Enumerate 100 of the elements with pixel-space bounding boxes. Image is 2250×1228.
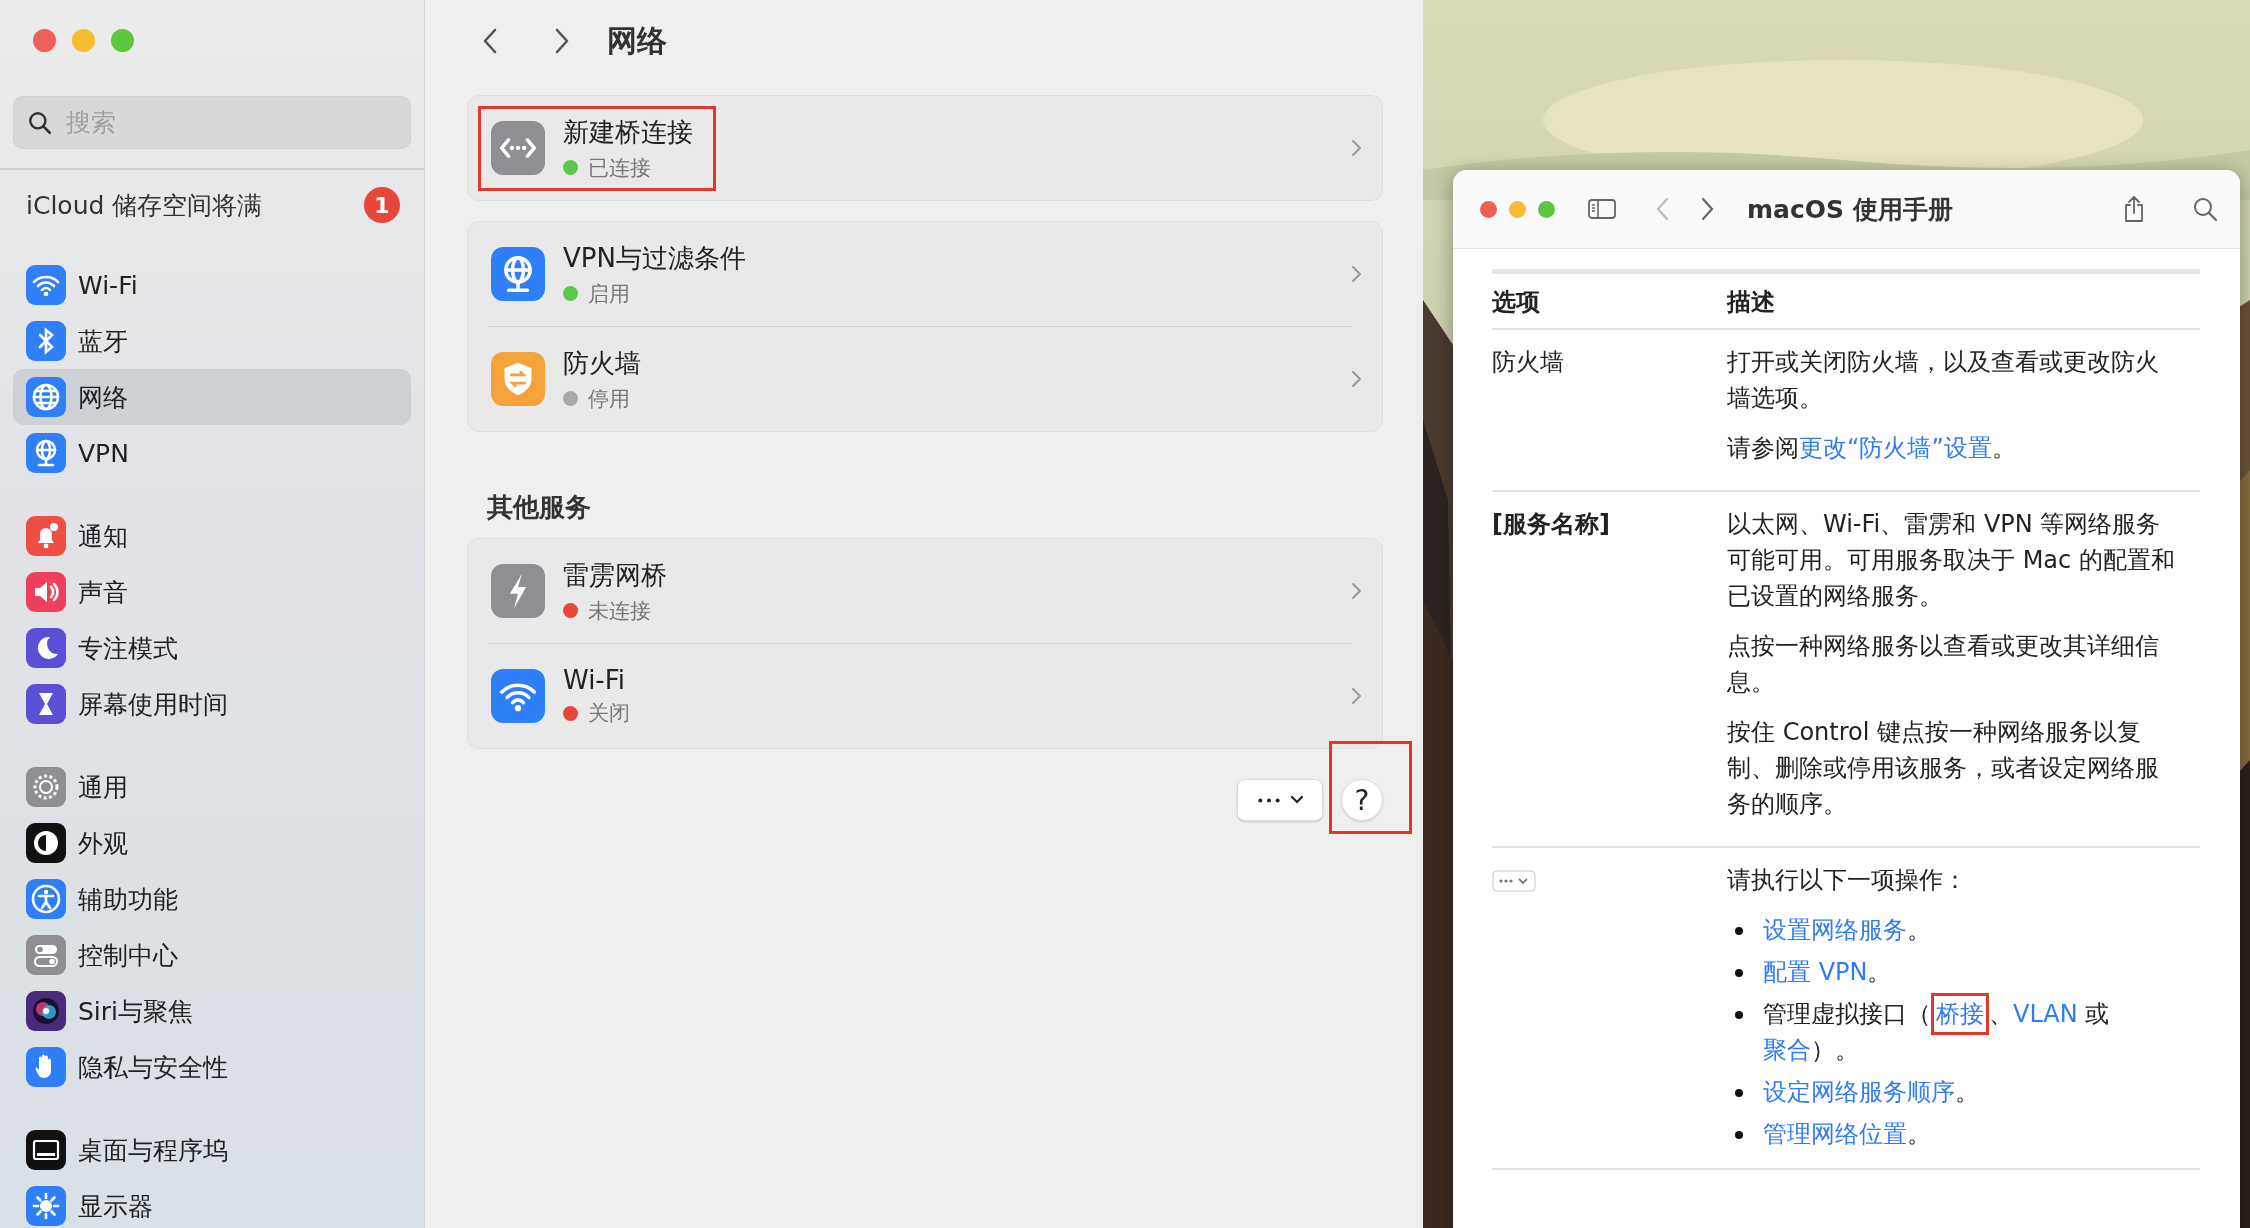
sidebar-icon[interactable]	[1587, 197, 1617, 221]
status-label: 停用	[588, 385, 630, 413]
chevron-right-icon[interactable]	[1350, 138, 1362, 158]
service-name[interactable]: 防火墙	[563, 345, 641, 381]
sidebar-item[interactable]: 通用	[13, 759, 411, 815]
list-item-text: 管理虚拟接口（ 桥接 、VLAN 或 聚合）。	[1763, 996, 2180, 1068]
list-item-text: 配置 VPN。	[1763, 957, 1892, 988]
orb-icon	[26, 991, 66, 1031]
share-icon[interactable]	[2122, 194, 2146, 224]
option-name: [服务名称]	[1492, 510, 1610, 538]
notice-label[interactable]: iCloud 储存空间将满	[26, 188, 263, 222]
sun-icon	[26, 1186, 66, 1226]
status-label: 关闭	[588, 700, 630, 727]
service-name[interactable]: 雷雳网桥	[563, 557, 667, 593]
bell-icon	[26, 516, 66, 556]
service-name[interactable]: 新建桥连接	[563, 114, 693, 150]
notification-badge: 1	[364, 187, 400, 223]
sidebar-item[interactable]: 控制中心	[13, 927, 411, 983]
sidebar-item[interactable]: 专注模式	[13, 620, 411, 676]
list-item-text: 设置网络服务。	[1763, 915, 1931, 946]
globe-stand-icon	[26, 433, 66, 473]
moon-icon	[26, 628, 66, 668]
window-title: macOS 使用手册	[1747, 193, 1953, 226]
option-name: 防火墙	[1492, 348, 1564, 376]
chevron-down-icon	[1290, 795, 1304, 805]
more-button[interactable]	[1237, 779, 1323, 821]
search-icon[interactable]	[2192, 196, 2218, 222]
section-heading: 其他服务	[487, 491, 592, 524]
help-button[interactable]: ?	[1341, 779, 1383, 821]
bullet-icon	[1735, 927, 1743, 935]
hand-icon	[26, 1047, 66, 1087]
description-text: 以太网、Wi-Fi、雷雳和 VPN 等网络服务可能可用。可用服务取决于 Mac 的配置和已设置的网络服务。	[1727, 509, 2176, 612]
search-field[interactable]: 搜索	[13, 96, 411, 149]
status-label: 已连接	[588, 154, 651, 182]
bullet-icon	[1735, 1089, 1743, 1097]
sidebar-item[interactable]: VPN	[13, 425, 411, 481]
description-text: 请执行以下一项操作：	[1727, 865, 1968, 896]
sidebar-item[interactable]: 屏幕使用时间	[13, 676, 411, 732]
chevron-right-icon[interactable]	[1350, 686, 1362, 706]
sidebar-item[interactable]: 通知	[13, 508, 411, 564]
sidebar-item[interactable]: 显示器	[13, 1178, 411, 1228]
minimize-button[interactable]	[1509, 200, 1526, 218]
chevron-right-icon[interactable]	[1350, 581, 1362, 601]
description-text: 请参阅更改“防火墙”设置。	[1727, 433, 2017, 464]
zoom-button[interactable]	[111, 29, 134, 52]
bluetooth-icon	[26, 321, 66, 361]
bullet-icon	[1735, 1131, 1743, 1139]
bridge-icon	[491, 121, 545, 175]
sidebar-item[interactable]: 隐私与安全性	[13, 1039, 411, 1095]
help-link[interactable]: 设置网络服务	[1763, 916, 1907, 944]
hourglass-icon	[26, 684, 66, 724]
wifi-icon	[491, 669, 545, 723]
close-button[interactable]	[1480, 200, 1497, 218]
help-link[interactable]: 聚合	[1763, 1036, 1811, 1064]
status-label: 未连接	[588, 597, 651, 625]
shield-icon	[491, 352, 545, 406]
description-text: 打开或关闭防火墙，以及查看或更改防火墙选项。	[1727, 347, 2160, 414]
bullet-icon	[1735, 969, 1743, 977]
description-text: 按住 Control 键点按一种网络服务以复制、删除或停用该服务，或者设定网络服务的顺序。	[1727, 717, 2160, 820]
settings-icon	[26, 767, 66, 807]
window-title: 网络	[607, 21, 667, 60]
forward-icon[interactable]	[1699, 196, 1715, 222]
description-text: 点按一种网络服务以查看或更改其详细信息。	[1727, 631, 2160, 698]
help-link[interactable]: VLAN	[2013, 1000, 2078, 1028]
help-link[interactable]: 管理网络位置	[1763, 1120, 1907, 1148]
help-link[interactable]: 更改“防火墙”设置	[1799, 434, 1992, 462]
toggles-icon	[26, 935, 66, 975]
more-menu-icon	[1492, 870, 1536, 892]
zoom-button[interactable]	[1538, 200, 1555, 218]
sidebar-item[interactable]: 声音	[13, 564, 411, 620]
list-item-text: 设定网络服务顺序。	[1763, 1077, 1979, 1108]
chevron-right-icon[interactable]	[1350, 369, 1362, 389]
sidebar-item[interactable]: Siri与聚焦	[13, 983, 411, 1039]
list-item-text: 管理网络位置。	[1763, 1119, 1931, 1150]
dock-icon	[26, 1130, 66, 1170]
wifi-icon	[26, 265, 66, 305]
sidebar-item[interactable]: 辅助功能	[13, 871, 411, 927]
column-header: 描述	[1727, 287, 1776, 318]
globe-stand-icon	[491, 247, 545, 301]
sidebar-item[interactable]: 外观	[13, 815, 411, 871]
help-link[interactable]: 桥接	[1931, 993, 1989, 1035]
status-label: 启用	[588, 280, 630, 308]
search-icon	[27, 110, 53, 136]
column-header: 选项	[1492, 287, 1541, 318]
chevron-right-icon[interactable]	[1350, 264, 1362, 284]
sidebar-item[interactable]: 蓝牙	[13, 313, 411, 369]
speaker-icon	[26, 572, 66, 612]
sidebar-item[interactable]: 桌面与程序坞	[13, 1122, 411, 1178]
service-name[interactable]: Wi-Fi	[563, 665, 630, 695]
lightning-icon	[491, 564, 545, 618]
bullet-icon	[1735, 1011, 1743, 1019]
help-link[interactable]: 设定网络服务顺序	[1763, 1078, 1955, 1106]
close-button[interactable]	[33, 29, 56, 52]
globe-icon	[26, 377, 66, 417]
sidebar-item[interactable]: 网络	[13, 369, 411, 425]
accessibility-icon	[26, 879, 66, 919]
help-link[interactable]: 配置 VPN	[1763, 958, 1868, 986]
sidebar-item[interactable]: Wi-Fi	[13, 257, 411, 313]
minimize-button[interactable]	[72, 29, 95, 52]
service-name[interactable]: VPN与过滤条件	[563, 240, 746, 276]
